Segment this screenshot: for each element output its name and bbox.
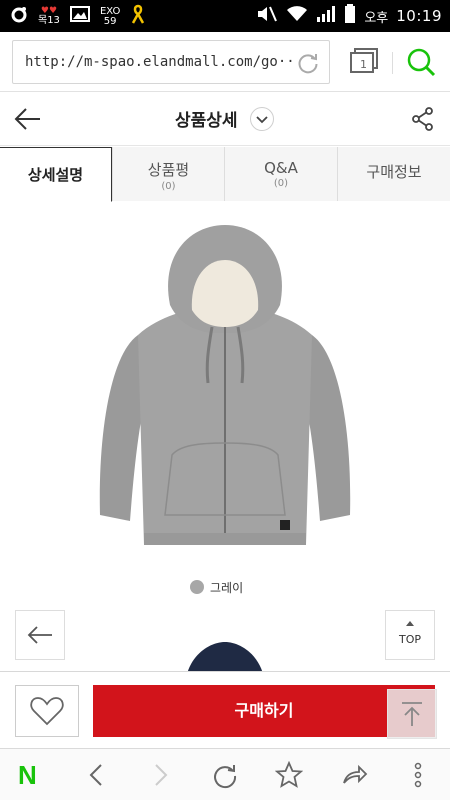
signal-icon — [316, 5, 336, 27]
search-icon[interactable] — [404, 46, 438, 78]
page-header: 상품상세 — [0, 92, 450, 146]
color-label: 그레이 — [210, 580, 244, 595]
yellow-ribbon-icon — [130, 4, 146, 28]
scroll-top-button[interactable] — [387, 689, 437, 739]
tabs-button[interactable]: 1 — [348, 46, 380, 76]
browser-toolbar: http://m-spao.elandmall.com/go··· 1 — [0, 32, 450, 92]
more-menu-icon[interactable] — [404, 761, 432, 789]
tab-qna[interactable]: Q&A (0) — [224, 147, 337, 201]
tab-purchase-info[interactable]: 구매정보 — [337, 147, 450, 201]
app-notification-icon — [10, 5, 28, 27]
forward-icon[interactable] — [146, 761, 174, 789]
exo-app-icon: EXO 59 — [99, 5, 121, 27]
tab-description[interactable]: 상세설명 — [0, 147, 112, 202]
browser-bottom-nav: N — [0, 748, 450, 800]
arrow-up-icon — [402, 702, 422, 726]
back-icon[interactable] — [83, 761, 111, 789]
review-count: (0) — [161, 181, 176, 192]
detail-tabs: 상세설명 상품평 (0) Q&A (0) 구매정보 — [0, 147, 450, 202]
clock: 10:19 — [396, 7, 442, 25]
share-arrow-icon[interactable] — [340, 761, 368, 789]
chevron-down-icon[interactable] — [250, 107, 274, 131]
tab-reviews[interactable]: 상품평 (0) — [112, 147, 224, 201]
share-icon[interactable] — [410, 106, 436, 132]
qna-count: (0) — [273, 178, 289, 189]
heart-icon — [30, 697, 64, 726]
buy-button[interactable]: 구매하기 — [93, 685, 435, 737]
back-arrow-icon[interactable] — [12, 104, 44, 134]
naver-home-icon[interactable]: N — [18, 761, 44, 789]
wishlist-button[interactable] — [15, 685, 79, 737]
ampm-label: 오후 — [364, 10, 389, 26]
address-bar[interactable]: http://m-spao.elandmall.com/go··· — [12, 40, 330, 84]
svg-text:1: 1 — [360, 58, 367, 71]
prev-button[interactable] — [15, 610, 65, 660]
product-image — [80, 215, 370, 555]
bookmark-star-icon[interactable] — [274, 760, 304, 789]
url-text[interactable]: http://m-spao.elandmall.com/go··· — [25, 54, 295, 70]
purchase-bar: 구매하기 — [0, 671, 450, 748]
wifi-icon — [286, 5, 308, 27]
toolbar-divider — [392, 52, 393, 74]
top-button[interactable]: TOP — [385, 610, 435, 660]
reload-icon[interactable] — [295, 50, 321, 76]
status-bar: ♥♥ 목13 EXO 59 오후 10:19 — [0, 0, 450, 32]
refresh-icon[interactable] — [211, 761, 239, 789]
page-title: 상품상세 — [175, 111, 238, 131]
caret-up-icon — [406, 621, 414, 626]
calendar-badge: ♥♥ 목13 — [38, 5, 60, 26]
mute-icon — [256, 5, 278, 27]
color-dot — [190, 580, 204, 594]
gallery-icon — [69, 6, 90, 26]
color-swatch[interactable]: 그레이 — [190, 578, 243, 596]
battery-icon — [344, 4, 356, 28]
